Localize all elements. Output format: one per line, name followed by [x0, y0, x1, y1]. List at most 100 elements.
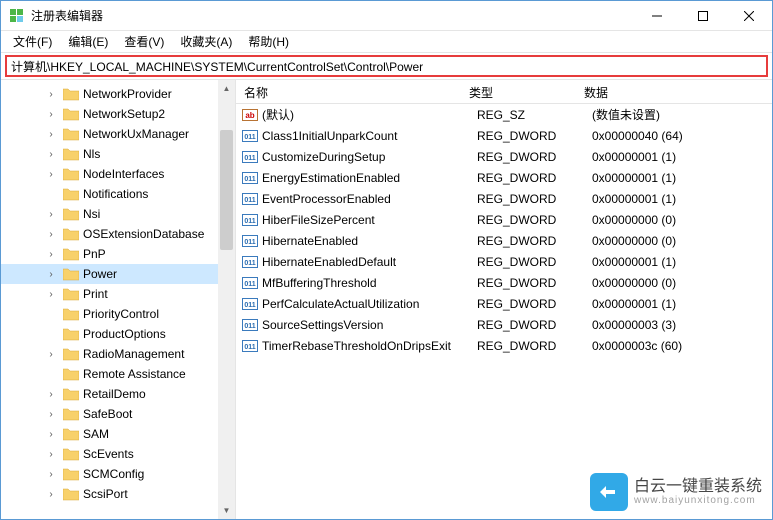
svg-text:011: 011	[244, 176, 255, 183]
value-data: 0x00000001 (1)	[592, 297, 772, 311]
tree-label: NetworkProvider	[83, 87, 172, 101]
tree-expander-icon[interactable]: ›	[43, 169, 59, 180]
menu-help[interactable]: 帮助(H)	[240, 31, 297, 52]
menu-view[interactable]: 查看(V)	[116, 31, 172, 52]
tree-expander-icon[interactable]: ›	[43, 249, 59, 260]
window-controls	[634, 1, 772, 30]
tree-expander-icon[interactable]: ›	[43, 269, 59, 280]
value-row[interactable]: 011CustomizeDuringSetupREG_DWORD0x000000…	[236, 146, 772, 167]
value-type: REG_DWORD	[477, 339, 592, 353]
value-name: Class1InitialUnparkCount	[262, 129, 477, 143]
tree-expander-icon[interactable]: ›	[43, 449, 59, 460]
value-row[interactable]: 011PerfCalculateActualUtilizationREG_DWO…	[236, 293, 772, 314]
value-data: 0x00000001 (1)	[592, 192, 772, 206]
tree-pane: › NetworkProvider › NetworkSetup2 › NetworkUx…	[1, 80, 236, 519]
tree-expander-icon[interactable]: ›	[43, 209, 59, 220]
app-icon	[9, 8, 25, 24]
tree-item-print[interactable]: › Print	[1, 284, 235, 304]
svg-text:011: 011	[244, 155, 255, 162]
tree-label: Print	[83, 287, 108, 301]
tree-expander-icon[interactable]: ›	[43, 409, 59, 420]
value-data: 0x00000000 (0)	[592, 213, 772, 227]
tree-expander-icon[interactable]: ›	[43, 349, 59, 360]
tree-item-networkuxmanager[interactable]: › NetworkUxManager	[1, 124, 235, 144]
tree-item-sam[interactable]: ›SAM	[1, 424, 235, 444]
tree-item-retaildemo[interactable]: ›RetailDemo	[1, 384, 235, 404]
value-row[interactable]: 011TimerRebaseThresholdOnDripsExitREG_DW…	[236, 335, 772, 356]
tree-item-productoptions[interactable]: ProductOptions	[1, 324, 235, 344]
value-type: REG_DWORD	[477, 171, 592, 185]
tree-label: ScEvents	[83, 447, 134, 461]
menu-file[interactable]: 文件(F)	[5, 31, 60, 52]
tree-scrollbar[interactable]: ▲ ▼	[218, 80, 235, 519]
menu-edit[interactable]: 编辑(E)	[60, 31, 116, 52]
value-type: REG_DWORD	[477, 318, 592, 332]
value-row[interactable]: 011SourceSettingsVersionREG_DWORD0x00000…	[236, 314, 772, 335]
scroll-thumb[interactable]	[220, 130, 233, 250]
tree-expander-icon[interactable]: ›	[43, 289, 59, 300]
column-header-data[interactable]: 数据	[576, 80, 772, 103]
value-row[interactable]: 011MfBufferingThresholdREG_DWORD0x000000…	[236, 272, 772, 293]
tree-item-scmconfig[interactable]: › SCMConfig	[1, 464, 235, 484]
tree-label: ProductOptions	[83, 327, 166, 341]
tree-expander-icon[interactable]: ›	[43, 149, 59, 160]
column-header-name[interactable]: 名称	[236, 80, 461, 103]
value-row[interactable]: 011HibernateEnabledDefaultREG_DWORD0x000…	[236, 251, 772, 272]
value-row[interactable]: 011Class1InitialUnparkCountREG_DWORD0x00…	[236, 125, 772, 146]
tree-expander-icon[interactable]: ›	[43, 489, 59, 500]
maximize-button[interactable]	[680, 1, 726, 30]
minimize-button[interactable]	[634, 1, 680, 30]
tree-item-nsi[interactable]: ›Nsi	[1, 204, 235, 224]
tree-expander-icon[interactable]: ›	[43, 129, 59, 140]
value-name: TimerRebaseThresholdOnDripsExit	[262, 339, 477, 353]
value-data: (数值未设置)	[592, 106, 772, 123]
tree-item-scevents[interactable]: › ScEvents	[1, 444, 235, 464]
tree-expander-icon[interactable]: ›	[43, 89, 59, 100]
list-body: ab(默认)REG_SZ(数值未设置)011Class1InitialUnpar…	[236, 104, 772, 356]
scroll-down-button[interactable]: ▼	[218, 502, 235, 519]
tree-label: SCMConfig	[83, 467, 144, 481]
tree-item-notifications[interactable]: Notifications	[1, 184, 235, 204]
watermark-url: www.baiyunxitong.com	[634, 495, 762, 506]
svg-text:011: 011	[244, 281, 255, 288]
tree-item-scsiport[interactable]: ›ScsiPort	[1, 484, 235, 504]
column-header-type[interactable]: 类型	[461, 80, 576, 103]
tree-expander-icon[interactable]: ›	[43, 229, 59, 240]
tree-expander-icon[interactable]: ›	[43, 429, 59, 440]
tree-expander-icon[interactable]: ›	[43, 109, 59, 120]
tree-expander-icon[interactable]: ›	[43, 389, 59, 400]
value-row[interactable]: 011HiberFileSizePercentREG_DWORD0x000000…	[236, 209, 772, 230]
address-bar[interactable]: 计算机\HKEY_LOCAL_MACHINE\SYSTEM\CurrentCon…	[5, 55, 768, 77]
tree-label: NodeInterfaces	[83, 167, 164, 181]
scroll-up-button[interactable]: ▲	[218, 80, 235, 97]
menu-favorites[interactable]: 收藏夹(A)	[172, 31, 240, 52]
tree-item-remote-assistance[interactable]: Remote Assistance	[1, 364, 235, 384]
tree-item-osextensiondatabase[interactable]: ›OSExtensionDatabase	[1, 224, 235, 244]
svg-text:011: 011	[244, 218, 255, 225]
tree-item-prioritycontrol[interactable]: PriorityControl	[1, 304, 235, 324]
tree-item-safeboot[interactable]: ›SafeBoot	[1, 404, 235, 424]
tree-item-nodeinterfaces[interactable]: › NodeInterfaces	[1, 164, 235, 184]
tree-item-nls[interactable]: ›Nls	[1, 144, 235, 164]
value-data: 0x00000001 (1)	[592, 171, 772, 185]
tree-item-networkprovider[interactable]: › NetworkProvider	[1, 84, 235, 104]
value-row[interactable]: ab(默认)REG_SZ(数值未设置)	[236, 104, 772, 125]
close-button[interactable]	[726, 1, 772, 30]
value-row[interactable]: 011EnergyEstimationEnabledREG_DWORD0x000…	[236, 167, 772, 188]
value-data: 0x00000001 (1)	[592, 255, 772, 269]
tree-item-radiomanagement[interactable]: ›RadioManagement	[1, 344, 235, 364]
value-data: 0x00000001 (1)	[592, 150, 772, 164]
value-type: REG_DWORD	[477, 276, 592, 290]
tree-expander-icon[interactable]: ›	[43, 469, 59, 480]
tree-item-power[interactable]: ›Power	[1, 264, 235, 284]
main-area: › NetworkProvider › NetworkSetup2 › NetworkUx…	[1, 79, 772, 519]
value-row[interactable]: 011EventProcessorEnabledREG_DWORD0x00000…	[236, 188, 772, 209]
tree-item-networksetup2[interactable]: › NetworkSetup2	[1, 104, 235, 124]
tree-label: NetworkSetup2	[83, 107, 165, 121]
value-row[interactable]: 011HibernateEnabledREG_DWORD0x00000000 (…	[236, 230, 772, 251]
value-type: REG_SZ	[477, 108, 592, 122]
tree-item-pnp[interactable]: ›PnP	[1, 244, 235, 264]
tree-label: NetworkUxManager	[83, 127, 189, 141]
svg-text:011: 011	[244, 302, 255, 309]
svg-text:ab: ab	[245, 111, 254, 120]
